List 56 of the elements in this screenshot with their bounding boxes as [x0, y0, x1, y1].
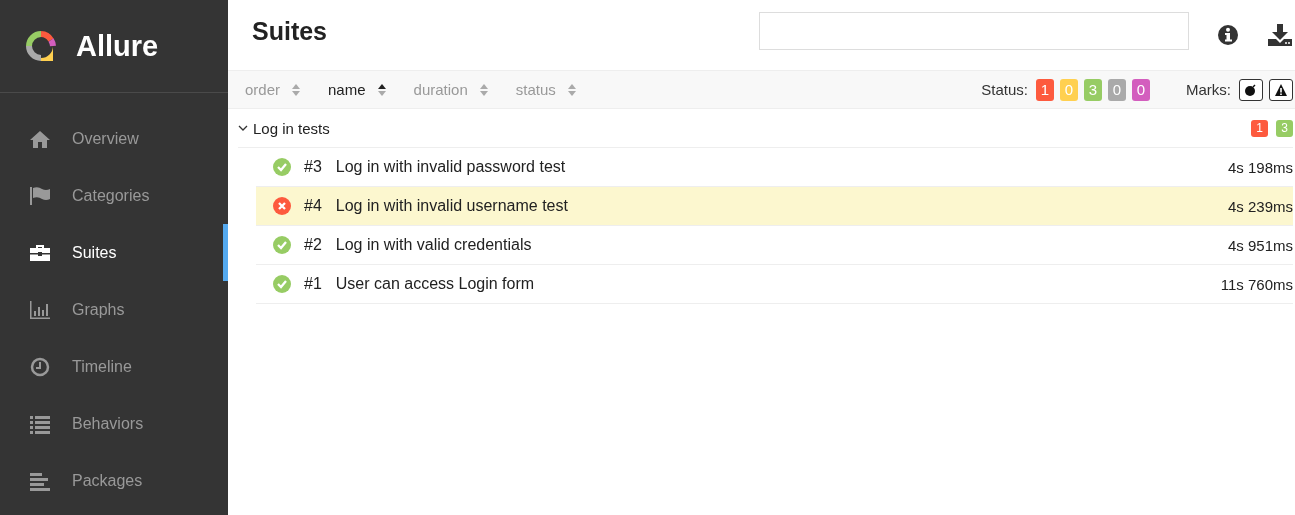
- test-duration: 11s 760ms: [1220, 275, 1293, 293]
- count-badge: 3: [1276, 119, 1293, 137]
- sort-header[interactable]: name: [328, 81, 408, 98]
- test-number: #4: [304, 197, 322, 215]
- download-icon[interactable]: [1267, 23, 1293, 47]
- sidebar-item[interactable]: Graphs: [0, 281, 228, 338]
- sidebar-item[interactable]: Suites: [0, 224, 228, 281]
- marks-label: Marks:: [1186, 81, 1231, 98]
- app-name: Allure: [76, 29, 159, 63]
- sort-icon: [377, 83, 386, 96]
- test-row[interactable]: #2 Log in with valid credentials 4s 951ms: [256, 226, 1293, 265]
- test-duration: 4s 951ms: [1227, 236, 1293, 254]
- bomb-icon: [1244, 82, 1258, 97]
- check-icon: [273, 236, 291, 254]
- test-name: User can access Login form: [335, 275, 535, 293]
- warning-toggle[interactable]: [1269, 78, 1293, 101]
- count-badge: 1: [1251, 119, 1268, 137]
- bar-chart-icon: [28, 298, 52, 321]
- search-field[interactable]: [759, 12, 1189, 50]
- warning-icon: [1274, 82, 1288, 97]
- test-name: Log in with invalid password test: [335, 158, 566, 176]
- cross-icon: [273, 197, 291, 215]
- sidebar-item[interactable]: Behaviors: [0, 395, 228, 452]
- bomb-toggle[interactable]: [1239, 78, 1263, 101]
- sort-header[interactable]: order: [245, 81, 323, 98]
- sidebar-item[interactable]: Categories: [0, 167, 228, 224]
- info-icon[interactable]: [1217, 24, 1239, 46]
- clock-icon: [28, 355, 52, 378]
- check-icon: [273, 275, 291, 293]
- test-name: Log in with valid credentials: [335, 236, 532, 254]
- test-duration: 4s 198ms: [1227, 158, 1293, 176]
- test-name: Log in with invalid username test: [335, 197, 568, 215]
- sort-icon: [292, 83, 301, 96]
- suite-group-row[interactable]: Log in tests 1 3: [238, 109, 1293, 148]
- check-icon: [273, 158, 291, 176]
- status-label: Status:: [981, 81, 1028, 98]
- test-number: #1: [304, 275, 322, 293]
- sidebar-item[interactable]: Overview: [0, 110, 228, 167]
- page-title: Suites: [252, 16, 329, 46]
- test-number: #2: [304, 236, 322, 254]
- test-row[interactable]: #1 User can access Login form 11s 760ms: [256, 265, 1293, 304]
- status-filter-toggle[interactable]: 0: [1108, 78, 1126, 101]
- sort-header[interactable]: duration: [413, 81, 510, 98]
- sidebar-item[interactable]: Packages: [0, 452, 228, 509]
- sidebar-item[interactable]: Timeline: [0, 338, 228, 395]
- test-number: #3: [304, 158, 322, 176]
- chevron-icon: [238, 124, 248, 132]
- test-duration: 4s 239ms: [1227, 197, 1293, 215]
- status-filter-toggle[interactable]: 1: [1036, 78, 1054, 101]
- test-row[interactable]: #4 Log in with invalid username test 4s 239ms: [256, 187, 1293, 226]
- sort-header[interactable]: status: [515, 81, 598, 98]
- status-filter-toggle[interactable]: 0: [1132, 78, 1150, 101]
- logo-icon: [24, 29, 58, 63]
- sort-icon: [567, 83, 576, 96]
- sort-icon: [479, 83, 488, 96]
- flag-icon: [28, 184, 52, 207]
